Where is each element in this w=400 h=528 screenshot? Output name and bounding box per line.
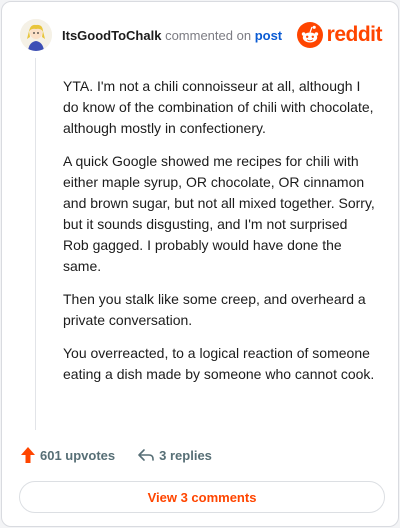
comment-paragraph: Then you stalk like some creep, and over… xyxy=(63,291,366,328)
reddit-alien-icon xyxy=(296,22,323,48)
reply-arrow-icon xyxy=(138,449,154,461)
comment-paragraph: You overreacted, to a logical reaction o… xyxy=(63,345,375,382)
upvote-button[interactable]: 601 upvotes xyxy=(20,446,115,464)
upvote-count: 601 upvotes xyxy=(40,447,116,463)
comment-header: ItsGoodToChalk commented on post reddit xyxy=(20,18,383,52)
replies-count: 3 replies xyxy=(159,447,212,463)
thread-line[interactable] xyxy=(35,58,36,430)
user-avatar[interactable] xyxy=(20,19,52,51)
reddit-logo[interactable]: reddit xyxy=(296,22,383,48)
commented-on-text: commented on xyxy=(165,27,252,43)
replies-button[interactable]: 3 replies xyxy=(137,447,212,463)
comment-card: ItsGoodToChalk commented on post reddit … xyxy=(1,1,399,527)
username-link[interactable]: ItsGoodToChalk xyxy=(62,28,161,43)
comment-meta: ItsGoodToChalk commented on post xyxy=(62,28,282,43)
comment-paragraph: A quick Google showed me recipes for chi… xyxy=(63,153,375,274)
comment-body: YTA. I'm not a chili connoisseur at all,… xyxy=(63,76,375,397)
upvote-arrow-icon xyxy=(21,447,35,463)
view-comments-button[interactable]: View 3 comments xyxy=(19,481,385,513)
comment-actions: 601 upvotes 3 replies xyxy=(20,446,212,464)
reddit-wordmark: reddit xyxy=(326,23,383,46)
comment-paragraph: YTA. I'm not a chili connoisseur at all,… xyxy=(63,78,374,136)
post-link[interactable]: post xyxy=(255,28,282,43)
